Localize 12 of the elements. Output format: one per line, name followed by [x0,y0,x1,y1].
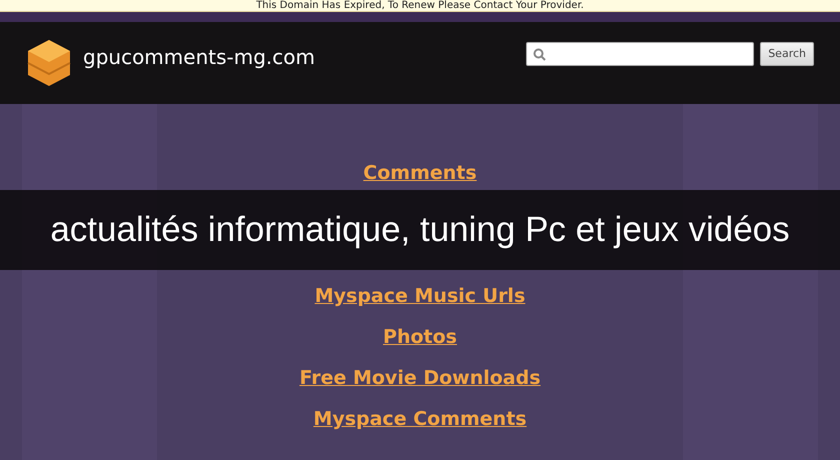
search-button[interactable]: Search [760,42,814,66]
nav-link[interactable]: Photos [383,325,457,349]
search-field[interactable] [526,42,754,66]
nav-link[interactable]: Myspace Music Urls [314,284,526,308]
nav-link[interactable]: Comments [363,161,477,185]
search-icon [533,48,546,60]
nav-link[interactable]: Free Movie Downloads [299,366,541,390]
nav-link[interactable]: Myspace Comments [313,407,527,431]
site-name: gpucomments-mg.com [83,44,315,71]
cube-logo-icon [26,39,72,87]
expired-notice: This Domain Has Expired, To Renew Please Contact Your Provider. [256,0,584,10]
banner-text: actualités informatique, tuning Pc et jeux vidéos [50,208,790,251]
